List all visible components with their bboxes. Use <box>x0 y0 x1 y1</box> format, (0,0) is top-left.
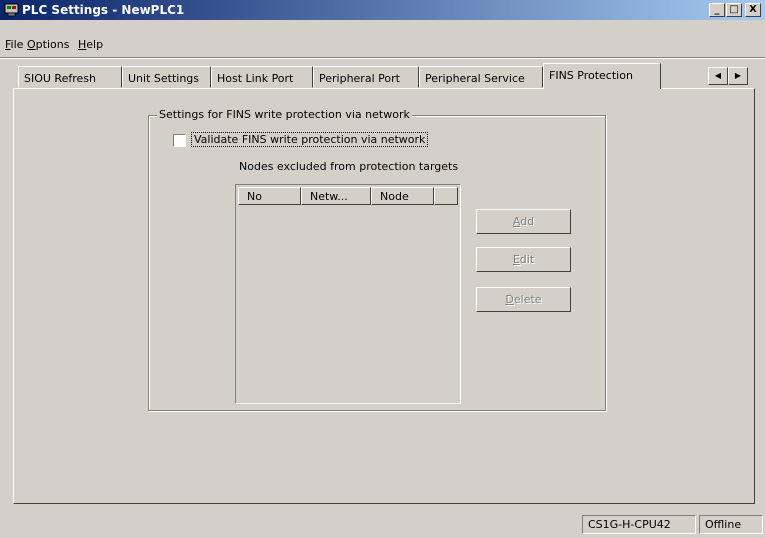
menu-help[interactable]: Help <box>78 38 103 51</box>
menu-help-label: elp <box>86 38 104 51</box>
status-bar: CS1G-H-CPU42 Offline <box>0 512 765 538</box>
close-button[interactable]: X <box>745 3 761 17</box>
left-arrow-icon[interactable]: ◀ <box>708 67 728 85</box>
column-header-no[interactable]: No <box>238 187 301 205</box>
menu-separator <box>0 57 765 59</box>
title-bar[interactable]: PLC Settings - NewPLC1 _ □ X <box>0 0 765 20</box>
tab-fins-protection[interactable]: FINS Protection <box>543 63 661 89</box>
menu-options-mnemonic: O <box>27 38 36 51</box>
add-label: dd <box>520 215 535 228</box>
minimize-button[interactable]: _ <box>709 3 725 17</box>
menu-bar: File Options Help <box>0 36 765 56</box>
tab-peripheral-service[interactable]: Peripheral Service <box>419 66 543 88</box>
menu-options[interactable]: Options <box>27 38 69 51</box>
delete-button[interactable]: Delete <box>476 287 571 312</box>
tab-siou-refresh[interactable]: SIOU Refresh <box>18 66 122 88</box>
excluded-nodes-list[interactable]: No Netw... Node <box>235 184 461 404</box>
edit-label: dit <box>519 253 535 266</box>
tab-host-link-port[interactable]: Host Link Port <box>211 66 313 88</box>
status-connection-mode: Offline <box>699 515 763 534</box>
validate-fins-label[interactable]: Validate FINS write protection via netwo… <box>191 132 429 147</box>
menu-options-label: ptions <box>35 38 70 51</box>
column-header-node[interactable]: Node <box>371 187 434 205</box>
add-button[interactable]: Add <box>476 209 571 234</box>
plc-app-icon[interactable] <box>4 3 19 17</box>
excluded-nodes-label: Nodes excluded from protection targets <box>239 160 459 173</box>
validate-fins-checkbox[interactable] <box>173 134 186 147</box>
menu-file-label: ile <box>10 38 24 51</box>
tab-scroll-buttons: ◀ ▶ <box>708 67 750 85</box>
column-header-filler <box>434 187 458 205</box>
maximize-button[interactable]: □ <box>726 3 742 17</box>
delete-mnemonic: D <box>505 293 514 306</box>
column-header-network[interactable]: Netw... <box>301 187 371 205</box>
delete-label: elete <box>513 293 542 306</box>
menu-file[interactable]: File <box>5 38 23 51</box>
window-title: PLC Settings - NewPLC1 <box>22 3 185 17</box>
tab-peripheral-port[interactable]: Peripheral Port <box>313 66 419 88</box>
right-arrow-icon[interactable]: ▶ <box>728 67 748 85</box>
edit-button[interactable]: Edit <box>476 247 571 272</box>
edit-mnemonic: E <box>512 253 520 266</box>
groupbox-title: Settings for FINS write protection via n… <box>157 108 412 121</box>
status-plc-model: CS1G-H-CPU42 <box>582 515 696 534</box>
tab-unit-settings[interactable]: Unit Settings <box>122 66 211 88</box>
